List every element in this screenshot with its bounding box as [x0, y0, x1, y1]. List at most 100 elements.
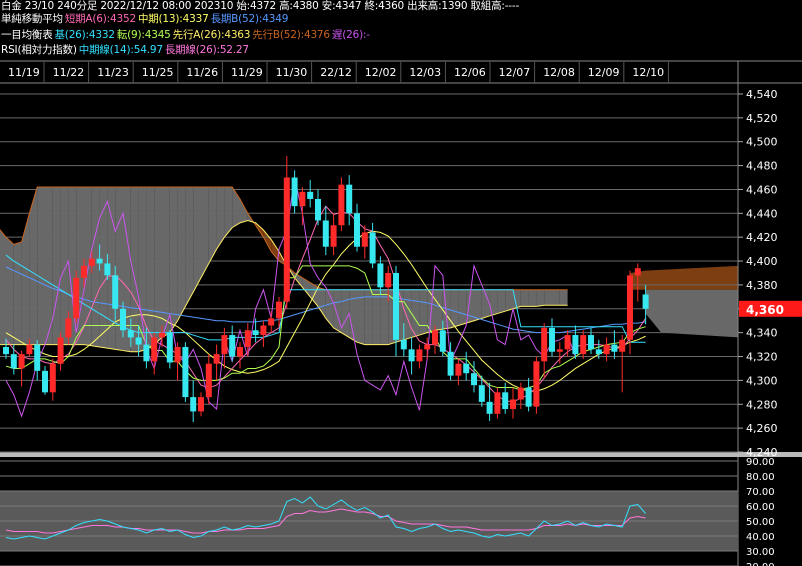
candle-body	[276, 301, 282, 319]
candle-body	[634, 268, 641, 276]
cloud-segment	[505, 289, 513, 312]
candle-body	[260, 325, 267, 336]
rsi-tick-label: 90.00	[746, 457, 775, 468]
sma-long-label: 長期B(52):4349	[210, 13, 289, 25]
candle-body	[190, 397, 197, 412]
price-tick-label: 4,340	[746, 327, 778, 340]
candle-body	[182, 346, 189, 398]
candle-body	[471, 373, 477, 386]
candle-body	[580, 335, 587, 355]
sma-mid-label: 中期(13):4337	[137, 13, 209, 25]
cloud-segment	[162, 187, 170, 338]
cloud-segment	[193, 187, 201, 293]
cloud-segment	[435, 289, 443, 331]
candle-body	[330, 225, 337, 247]
candle-body	[354, 213, 360, 247]
price-tick-label: 4,280	[746, 398, 778, 411]
candle-body	[416, 349, 423, 362]
price-tick-label: 4,420	[746, 231, 778, 244]
candle-body	[463, 363, 470, 374]
candle-body	[237, 346, 243, 357]
candle-body	[541, 327, 548, 362]
rsi-tick-label: 80.00	[746, 472, 775, 483]
candle-body	[34, 344, 41, 371]
candle-body	[432, 330, 438, 345]
candle-body	[369, 232, 376, 264]
cloud-segment	[528, 289, 537, 307]
rsi-tick-label: 70.00	[746, 487, 775, 498]
candle-body	[229, 335, 236, 357]
price-tick-label: 4,500	[746, 136, 778, 149]
price-chart[interactable]: 4,2404,2604,2804,3004,3204,3404,3604,380…	[0, 0, 802, 566]
candle-body	[268, 318, 275, 326]
candle-body	[112, 275, 119, 309]
candle-body	[408, 349, 415, 362]
candle-body	[143, 344, 150, 362]
candle-body	[307, 191, 314, 199]
candle-body	[603, 344, 610, 355]
date-tick-label: 11/29	[231, 66, 263, 79]
candle-body	[361, 232, 368, 247]
candle-body	[400, 339, 407, 350]
kijun-label: 基(26):4332	[54, 29, 116, 41]
candle-body	[533, 361, 540, 407]
candle-body	[455, 363, 462, 376]
candle-body	[159, 332, 165, 338]
header-rsi: RSI(相対力指数) 中期線(14):54.97 長期線(26):52.27	[1, 44, 251, 56]
candle-body	[252, 330, 259, 336]
rsi-tick-label: 50.00	[746, 517, 775, 528]
date-tick-label: 12/08	[543, 66, 575, 79]
cloud-segment	[372, 289, 381, 345]
date-tick-label: 12/07	[499, 66, 531, 79]
cloud-segment	[177, 187, 186, 321]
candle-body	[525, 387, 532, 407]
candle-body	[338, 184, 345, 226]
candle-body	[166, 332, 173, 363]
candle-body	[73, 277, 80, 319]
candle-body	[283, 177, 290, 302]
cloud-segment	[536, 289, 545, 307]
cloud-segment	[91, 187, 100, 347]
cloud-segment	[169, 187, 178, 333]
date-tick-label: 22/12	[320, 66, 352, 79]
candle-body	[494, 392, 501, 414]
cloud-future-bear	[645, 289, 738, 338]
candle-body	[57, 337, 64, 364]
date-tick-label: 12/10	[632, 66, 664, 79]
date-tick-label: 11/23	[97, 66, 129, 79]
candle-body	[26, 344, 33, 355]
candle-body	[572, 335, 579, 355]
candle-body	[478, 385, 485, 402]
cloud-segment	[552, 289, 560, 306]
cloud-segment	[419, 289, 428, 336]
cloud-segment	[364, 289, 373, 345]
candle-body	[611, 344, 618, 352]
cloud-segment	[544, 289, 552, 306]
rsi-tick-label: 30.00	[746, 547, 775, 558]
price-tick-label: 4,300	[746, 374, 778, 387]
candle-body	[627, 275, 633, 340]
candle-body	[588, 335, 594, 350]
rsi-title: RSI(相対力指数)	[1, 44, 77, 56]
candle-body	[174, 346, 181, 363]
candle-body	[619, 339, 626, 352]
span-b-label: 先行B(52):4376	[252, 29, 330, 41]
cloud-segment	[146, 187, 155, 350]
cloud-segment	[458, 289, 467, 326]
date-tick-label: 12/02	[365, 66, 397, 79]
date-tick-label: 11/22	[53, 66, 85, 79]
cloud-segment	[201, 187, 209, 278]
date-tick-label: 11/25	[142, 66, 174, 79]
candle-body	[18, 354, 25, 369]
rsi-long-label: 長期線(26):52.27	[164, 44, 249, 56]
candle-body	[96, 258, 103, 264]
ichimoku-title: 一目均衡表	[1, 29, 53, 41]
candle-body	[377, 263, 384, 288]
candle-body	[221, 335, 228, 355]
candle-body	[299, 191, 306, 207]
sma-short-label: 短期A(6):4352	[64, 13, 136, 25]
cloud-segment	[559, 289, 568, 306]
rsi-short-label: 中期線(14):54.97	[78, 44, 163, 56]
price-tick-label: 4,440	[746, 207, 778, 220]
date-tick-label: 12/09	[588, 66, 620, 79]
